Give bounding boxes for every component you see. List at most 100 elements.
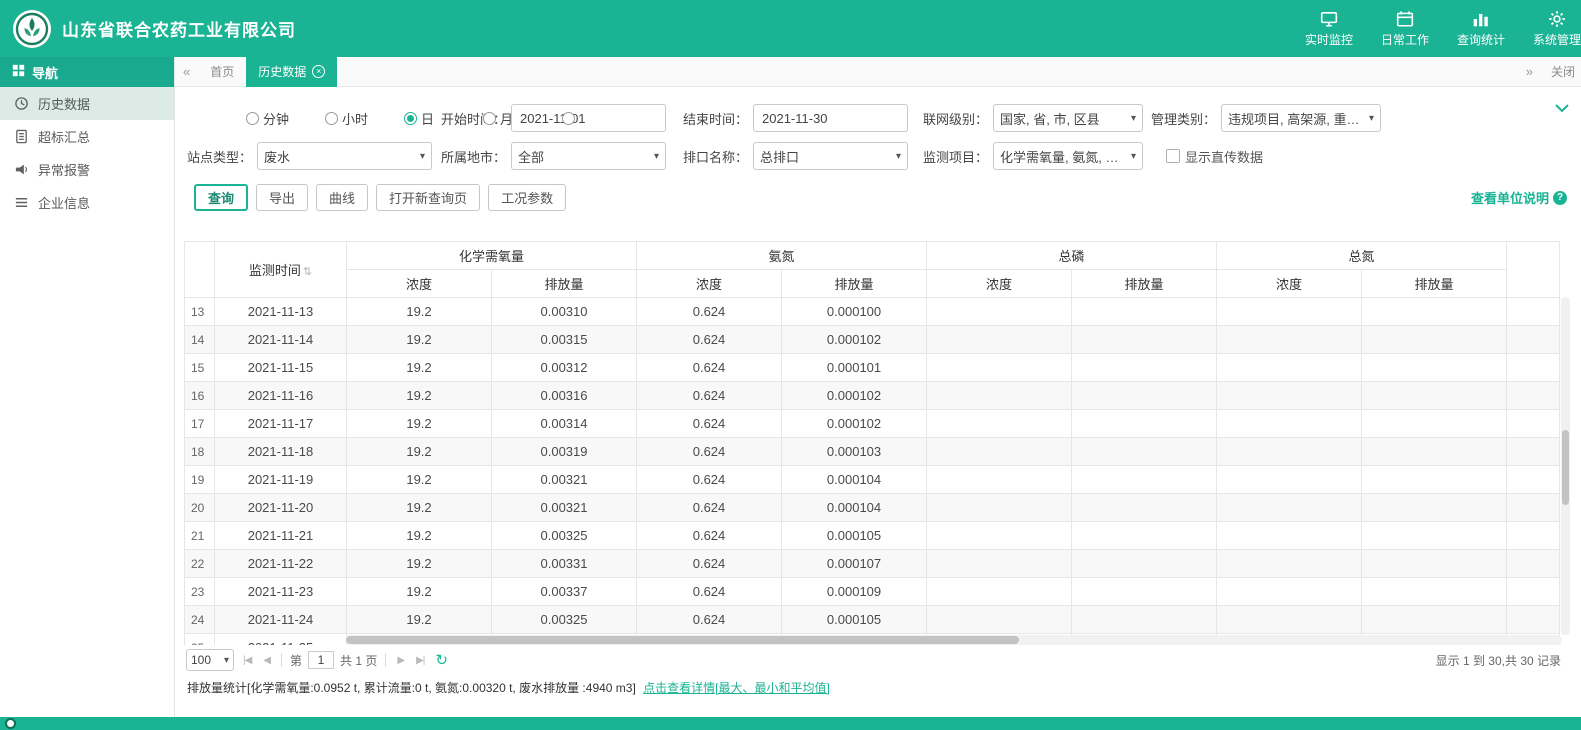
tabs-scroll-left-icon[interactable]: «	[175, 64, 198, 79]
collapse-filter-icon[interactable]	[1555, 101, 1569, 116]
radio-icon	[404, 112, 417, 125]
row-cell	[1217, 298, 1362, 326]
row-cell	[1217, 438, 1362, 466]
vertical-scrollbar[interactable]	[1561, 297, 1570, 635]
row-cell	[927, 298, 1072, 326]
outlet-select[interactable]: 总排口 ▾	[753, 142, 908, 170]
end-time-input[interactable]	[753, 104, 908, 132]
row-cell	[1362, 578, 1507, 606]
select-value: 废水	[264, 147, 290, 166]
row-date: 2021-11-23	[215, 578, 347, 606]
radio-label: 分钟	[263, 109, 289, 128]
table-row[interactable]: 15 2021-11-15 19.2 0.00312 0.624 0.00010…	[185, 354, 1560, 382]
monitor-items-select[interactable]: 化学需氧量, 氨氮, 总磷, 总 ▾	[993, 142, 1143, 170]
tab-history-data[interactable]: 历史数据 ×	[246, 57, 337, 87]
monitor-items-label: 监测项目：	[920, 147, 988, 166]
prev-page-button[interactable]: ◀	[260, 655, 273, 666]
row-cell	[1217, 550, 1362, 578]
view-details-link[interactable]: 点击查看详情[最大、最小和平均值]	[643, 681, 830, 695]
horizontal-scrollbar[interactable]	[346, 635, 1562, 645]
sidebar-item-history-data[interactable]: 历史数据	[0, 87, 174, 120]
table-row[interactable]: 23 2021-11-23 19.2 0.00337 0.624 0.00010…	[185, 578, 1560, 606]
row-cell: 0.00331	[492, 550, 637, 578]
row-cell	[1362, 354, 1507, 382]
station-type-select[interactable]: 废水 ▾	[257, 142, 432, 170]
row-cell-extra	[1507, 606, 1560, 634]
refresh-icon[interactable]: ↻	[435, 651, 448, 669]
table-row[interactable]: 17 2021-11-17 19.2 0.00314 0.624 0.00010…	[185, 410, 1560, 438]
row-cell	[1217, 382, 1362, 410]
sidebar-item-exceedance-summary[interactable]: 超标汇总	[0, 120, 174, 153]
city-select[interactable]: 全部 ▾	[511, 142, 666, 170]
table-row[interactable]: 21 2021-11-21 19.2 0.00325 0.624 0.00010…	[185, 522, 1560, 550]
tab-label: 首页	[210, 63, 234, 80]
caret-down-icon: ▾	[1369, 113, 1374, 124]
horizontal-scrollbar-thumb[interactable]	[346, 636, 1019, 644]
company-name: 山东省联合农药工业有限公司	[62, 16, 296, 41]
network-level-select[interactable]: 国家, 省, 市, 区县 ▾	[993, 104, 1143, 132]
table-row[interactable]: 13 2021-11-13 19.2 0.00310 0.624 0.00010…	[185, 298, 1560, 326]
period-radio-hour[interactable]: 小时	[325, 109, 393, 128]
page-number-input[interactable]	[308, 651, 334, 669]
nav-daily-work[interactable]: 日常工作	[1379, 10, 1431, 48]
period-radio-minute[interactable]: 分钟	[246, 109, 314, 128]
row-cell: 0.00337	[492, 578, 637, 606]
tab-home[interactable]: 首页	[198, 57, 246, 87]
row-number: 16	[185, 382, 215, 410]
row-cell-extra	[1507, 298, 1560, 326]
row-number: 13	[185, 298, 215, 326]
export-button[interactable]: 导出	[256, 184, 308, 211]
curve-button[interactable]: 曲线	[316, 184, 368, 211]
network-level-field: 联网级别： 国家, 省, 市, 区县 ▾	[920, 104, 1148, 132]
select-value: 违规项目, 高架源, 重点排	[1228, 109, 1365, 128]
topbar: 山东省联合农药工业有限公司 实时监控 日常工作 查询统计	[0, 0, 1581, 57]
nav-realtime-monitoring[interactable]: 实时监控	[1303, 10, 1355, 48]
monitor-icon	[1320, 10, 1338, 28]
period-radio-group: 分钟 小时 日 月	[184, 109, 438, 128]
select-value: 国家, 省, 市, 区县	[1000, 109, 1100, 128]
row-number: 24	[185, 606, 215, 634]
table-row[interactable]: 16 2021-11-16 19.2 0.00316 0.624 0.00010…	[185, 382, 1560, 410]
col-monitor-time[interactable]: 监测时间⇅	[215, 242, 347, 298]
next-page-button[interactable]: ▶	[394, 655, 407, 666]
table-row[interactable]: 18 2021-11-18 19.2 0.00319 0.624 0.00010…	[185, 438, 1560, 466]
tabs-scroll-right-icon[interactable]: »	[1518, 64, 1541, 79]
page-size-select[interactable]: 100 ▾	[186, 649, 234, 671]
first-page-button[interactable]: |◀	[240, 655, 254, 666]
row-cell: 0.000105	[782, 522, 927, 550]
row-cell	[927, 606, 1072, 634]
show-direct-upload-checkbox[interactable]: 显示直传数据	[1166, 147, 1263, 166]
table-row[interactable]: 19 2021-11-19 19.2 0.00321 0.624 0.00010…	[185, 466, 1560, 494]
row-date: 2021-11-16	[215, 382, 347, 410]
row-cell	[1362, 438, 1507, 466]
vertical-scrollbar-thumb[interactable]	[1562, 430, 1569, 505]
close-tabs-menu[interactable]: 关闭	[1551, 63, 1575, 80]
sidebar-item-enterprise-info[interactable]: 企业信息	[0, 186, 174, 219]
filter-row-2: 站点类型： 废水 ▾ 所属地市： 全部 ▾ 排口	[184, 137, 1569, 175]
last-page-button[interactable]: ▶|	[413, 655, 427, 666]
query-button[interactable]: 查询	[194, 184, 248, 211]
row-cell	[1217, 522, 1362, 550]
row-date: 2021-11-20	[215, 494, 347, 522]
nav-query-statistics[interactable]: 查询统计	[1455, 10, 1507, 48]
sort-icon[interactable]: ⇅	[303, 266, 312, 278]
start-time-input[interactable]	[511, 104, 666, 132]
table-row[interactable]: 22 2021-11-22 19.2 0.00331 0.624 0.00010…	[185, 550, 1560, 578]
sidebar-item-abnormal-alarm[interactable]: 异常报警	[0, 153, 174, 186]
row-cell: 19.2	[347, 522, 492, 550]
close-tab-icon[interactable]: ×	[312, 65, 325, 78]
footer-bar	[0, 717, 1581, 730]
row-cell: 19.2	[347, 578, 492, 606]
table-row[interactable]: 14 2021-11-14 19.2 0.00315 0.624 0.00010…	[185, 326, 1560, 354]
unit-link-text: 查看单位说明	[1471, 188, 1549, 207]
manage-type-label: 管理类别：	[1148, 109, 1216, 128]
unit-description-link[interactable]: 查看单位说明 ?	[1471, 188, 1567, 207]
row-cell: 0.624	[637, 382, 782, 410]
manage-type-select[interactable]: 违规项目, 高架源, 重点排 ▾	[1221, 104, 1381, 132]
condition-params-button[interactable]: 工况参数	[488, 184, 566, 211]
open-new-query-page-button[interactable]: 打开新查询页	[376, 184, 480, 211]
table-row[interactable]: 20 2021-11-20 19.2 0.00321 0.624 0.00010…	[185, 494, 1560, 522]
checkbox-label: 显示直传数据	[1185, 147, 1263, 166]
nav-system-management[interactable]: 系统管理	[1531, 10, 1581, 48]
table-row[interactable]: 24 2021-11-24 19.2 0.00325 0.624 0.00010…	[185, 606, 1560, 634]
